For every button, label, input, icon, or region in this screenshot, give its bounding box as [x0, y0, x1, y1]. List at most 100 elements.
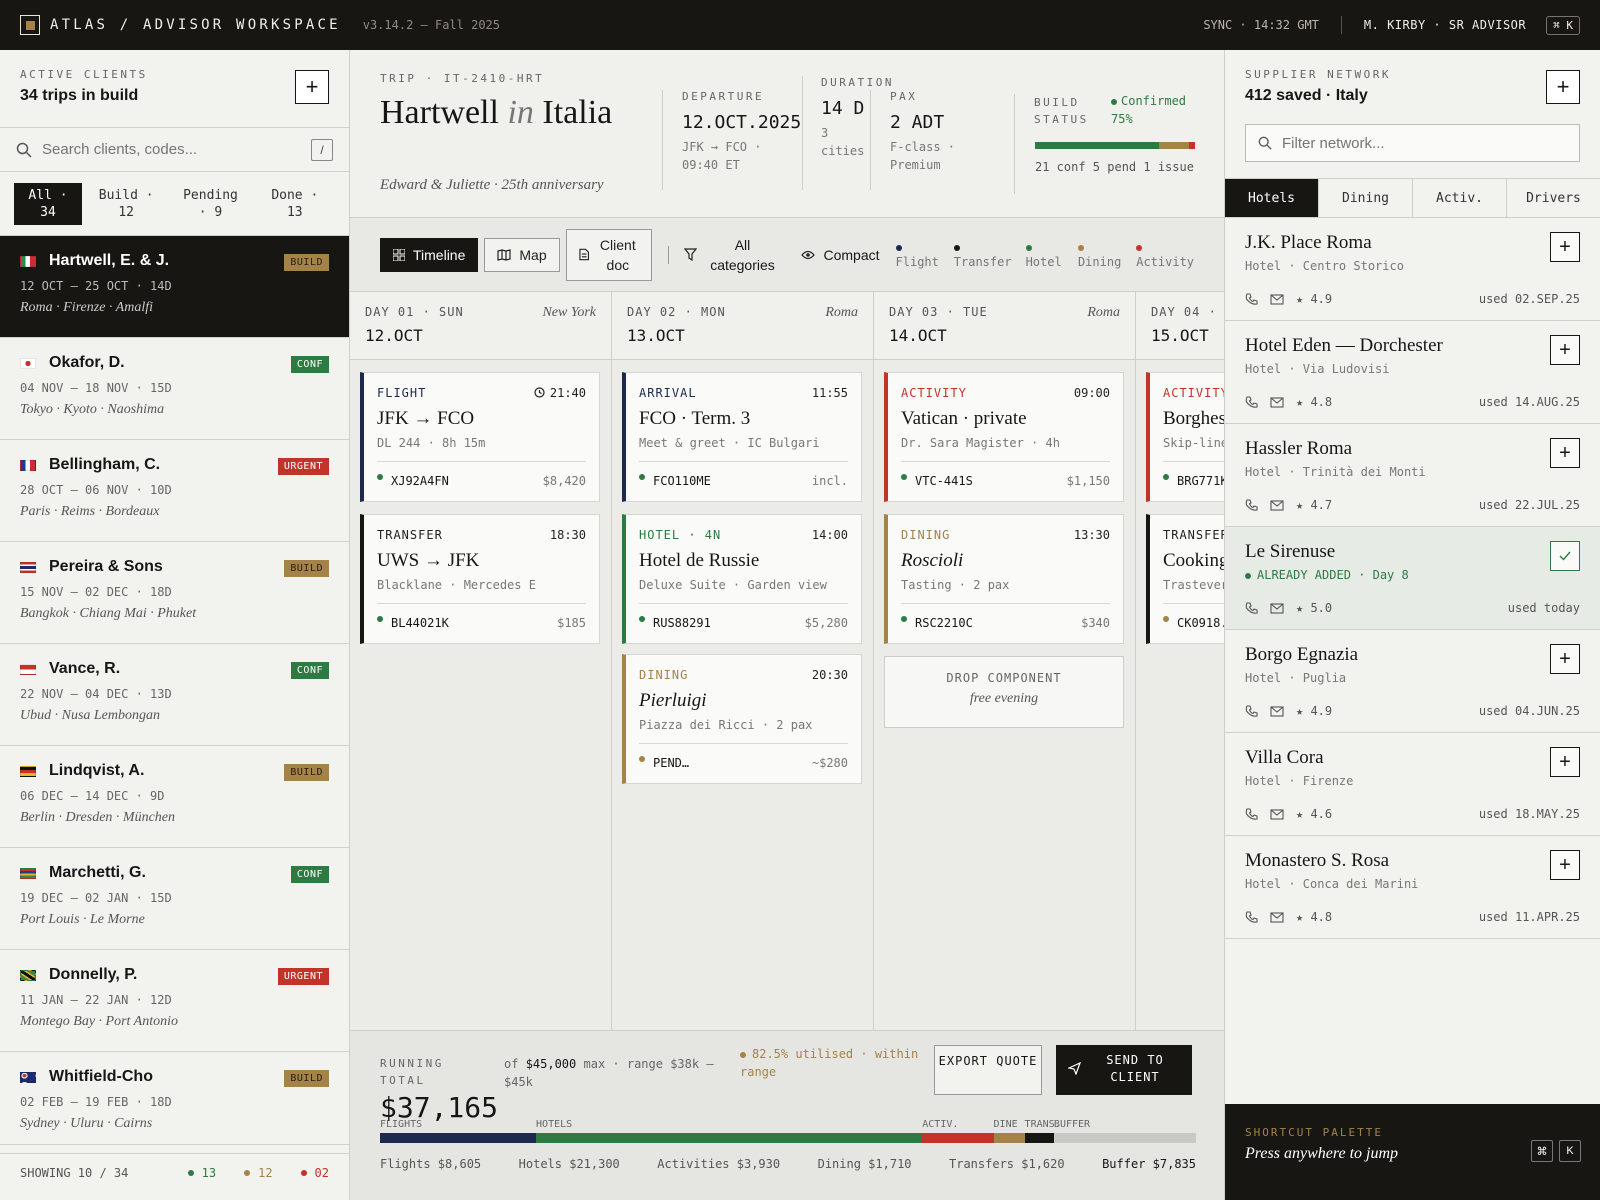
itinerary-card[interactable]: FLIGHT 21:40 JFK → FCO DL 244 · 8h 15m X… [360, 372, 600, 502]
supplier-row[interactable]: Hassler Roma Hotel · Trinità dei Monti +… [1225, 424, 1600, 527]
sync-status: SYNC · 14:32 GMT [1203, 18, 1319, 32]
client-row[interactable]: Vance, R. 22 NOV — 04 DEC · 13D Ubud · N… [0, 644, 349, 746]
category-filter[interactable]: All categories [684, 235, 779, 275]
supplier-list: J.K. Place Roma Hotel · Centro Storico +… [1225, 218, 1600, 939]
supplier-row[interactable]: Le Sirenuse ALREADY ADDED · Day 8 ★ 5.0 … [1225, 527, 1600, 630]
filter-all[interactable]: All · 34 [14, 182, 82, 225]
build-confirmed-segment [1035, 142, 1160, 149]
logo-icon [20, 15, 40, 35]
filter-pending[interactable]: Pending · 9 [170, 183, 250, 225]
supplier-row[interactable]: Borgo Egnazia Hotel · Puglia + ★ 4.9 use… [1225, 630, 1600, 733]
itinerary-card[interactable]: DINING 20:30 Pierluigi Piazza dei Ricci … [622, 654, 862, 784]
itinerary-card[interactable]: TRANSFER 18:30 UWS → JFK Blacklane · Mer… [360, 514, 600, 644]
day-column: DAY 01 · SUN 12.OCT New York FLIGHT 21:40 … [350, 292, 612, 1030]
supplier-row[interactable]: J.K. Place Roma Hotel · Centro Storico +… [1225, 218, 1600, 321]
compact-toggle[interactable]: Compact [801, 245, 880, 265]
filter-build[interactable]: Build · 12 [86, 183, 166, 225]
add-to-trip-button[interactable]: + [1550, 850, 1580, 880]
add-supplier-button[interactable]: + [1546, 70, 1580, 104]
shortcut-palette[interactable]: SHORTCUT PALETTE Press anywhere to jump … [1225, 1104, 1600, 1200]
phone-icon[interactable] [1245, 292, 1258, 306]
timeline-view-button[interactable]: Timeline [380, 237, 479, 272]
pax-meta: PAX 2 ADT F-class · Premium [870, 90, 990, 190]
phone-icon[interactable] [1245, 498, 1258, 512]
mail-icon[interactable] [1270, 602, 1284, 614]
clients-count: 34 trips in build [20, 87, 139, 104]
supplier-row[interactable]: Monastero S. Rosa Hotel · Conca dei Mari… [1225, 836, 1600, 939]
client-row[interactable]: Hartwell, E. & J. 12 OCT — 25 OCT · 14D … [0, 236, 349, 338]
add-to-trip-button[interactable]: + [1550, 747, 1580, 777]
itinerary-card[interactable]: HOTEL · 4N 14:00 Hotel de Russie Deluxe … [622, 514, 862, 644]
itinerary-card[interactable]: TRANSFER Cooking Trastevere CK0918. [1146, 514, 1224, 644]
clock-icon [534, 387, 545, 398]
drop-zone[interactable]: DROP COMPONENT free evening [884, 656, 1124, 728]
build-issue-segment [1189, 142, 1195, 149]
mail-icon[interactable] [1270, 911, 1284, 923]
filter-done[interactable]: Done · 13 [255, 183, 335, 225]
grid-icon [393, 248, 405, 261]
mail-icon[interactable] [1270, 499, 1284, 511]
client-doc-button[interactable]: Client doc [565, 228, 652, 281]
client-row[interactable]: Lindqvist, A. 06 DEC — 14 DEC · 9D Berli… [0, 746, 349, 848]
supplier-filter-input[interactable] [1282, 134, 1567, 152]
showing-count: SHOWING 10 / 34 [20, 1165, 129, 1180]
client-search-input[interactable] [42, 141, 301, 158]
mail-icon[interactable] [1270, 396, 1284, 408]
flag-thailand-icon [20, 561, 36, 573]
supplier-row[interactable]: Villa Cora Hotel · Firenze + ★ 4.6 used … [1225, 733, 1600, 836]
phone-icon[interactable] [1245, 601, 1258, 615]
flag-mauritius-icon [20, 867, 36, 879]
itinerary-card[interactable]: ARRIVAL 11:55 FCO · Term. 3 Meet & greet… [622, 372, 862, 502]
status-badge: BUILD [284, 254, 329, 271]
phone-icon[interactable] [1245, 395, 1258, 409]
client-row[interactable]: Pereira & Sons 15 NOV — 02 DEC · 18D Ban… [0, 542, 349, 644]
add-to-trip-button[interactable]: + [1550, 438, 1580, 468]
app-title: ATLAS / ADVISOR WORKSPACE [50, 17, 341, 33]
add-to-trip-button[interactable]: + [1550, 232, 1580, 262]
add-to-trip-button[interactable]: + [1550, 644, 1580, 674]
divider [667, 245, 669, 264]
itinerary-card[interactable]: ACTIVITY 09:00 Vatican · private Dr. Sar… [884, 372, 1124, 502]
legend-hotel: Hotel [1025, 241, 1064, 269]
added-check-icon[interactable] [1550, 541, 1580, 571]
phone-icon[interactable] [1245, 910, 1258, 924]
itinerary-card[interactable]: ACTIVITY Borghese Skip-line BRG771K [1146, 372, 1224, 502]
budget-utilisation: 82.5% utilised · within range [740, 1047, 919, 1079]
mail-icon[interactable] [1270, 705, 1284, 717]
map-view-button[interactable]: Map [484, 237, 560, 272]
tab-dining[interactable]: Dining [1319, 179, 1413, 217]
client-row[interactable]: Okafor, D. 04 NOV — 18 NOV · 15D Tokyo ·… [0, 338, 349, 440]
search-shortcut-key: / [311, 138, 333, 161]
add-to-trip-button[interactable]: + [1550, 335, 1580, 365]
itinerary-card[interactable]: DINING 13:30 Roscioli Tasting · 2 pax RS… [884, 514, 1124, 644]
cost-bar-labels: FLIGHTS HOTELS ACTIV. DINE TRANS. BUFFER [380, 1119, 1196, 1133]
export-quote-button[interactable]: EXPORT QUOTE [934, 1045, 1042, 1095]
cost-segment-hotels [536, 1133, 923, 1143]
clients-panel: ACTIVE CLIENTS 34 trips in build + / All… [0, 50, 350, 1200]
client-row[interactable]: Marchetti, G. 19 DEC — 02 JAN · 15D Port… [0, 848, 349, 950]
mail-icon[interactable] [1270, 293, 1284, 305]
phone-icon[interactable] [1245, 704, 1258, 718]
mail-icon[interactable] [1270, 808, 1284, 820]
tab-hotels[interactable]: Hotels [1225, 179, 1319, 217]
command-palette-button[interactable]: ⌘ K [1546, 15, 1580, 35]
client-row[interactable]: Whitfield-Cho 02 FEB — 19 FEB · 18D Sydn… [0, 1052, 349, 1154]
send-to-client-button[interactable]: SEND TO CLIENT [1056, 1045, 1192, 1095]
supplier-row[interactable]: Hotel Eden — Dorchester Hotel · Via Ludo… [1225, 321, 1600, 424]
build-progress-bar [1035, 142, 1195, 149]
add-client-button[interactable]: + [295, 70, 329, 104]
client-row[interactable]: Bellingham, C. 28 OCT — 06 NOV · 10D Par… [0, 440, 349, 542]
user-menu[interactable]: M. KIRBY · SR ADVISOR [1364, 18, 1526, 32]
client-row[interactable]: Donnelly, P. 11 JAN — 22 JAN · 12D Monte… [0, 950, 349, 1052]
search-icon [1258, 136, 1272, 150]
legend-flight: Flight [895, 241, 940, 269]
phone-icon[interactable] [1245, 807, 1258, 821]
flag-jamaica-icon [20, 969, 36, 981]
tab-drivers[interactable]: Drivers [1507, 179, 1600, 217]
tab-activities[interactable]: Activ. [1413, 179, 1507, 217]
status-badge: URGENT [277, 968, 329, 985]
clients-label: ACTIVE CLIENTS [20, 68, 148, 81]
search-icon [16, 142, 32, 158]
cost-segment-activities [922, 1133, 994, 1143]
flag-indonesia-icon [20, 663, 36, 675]
